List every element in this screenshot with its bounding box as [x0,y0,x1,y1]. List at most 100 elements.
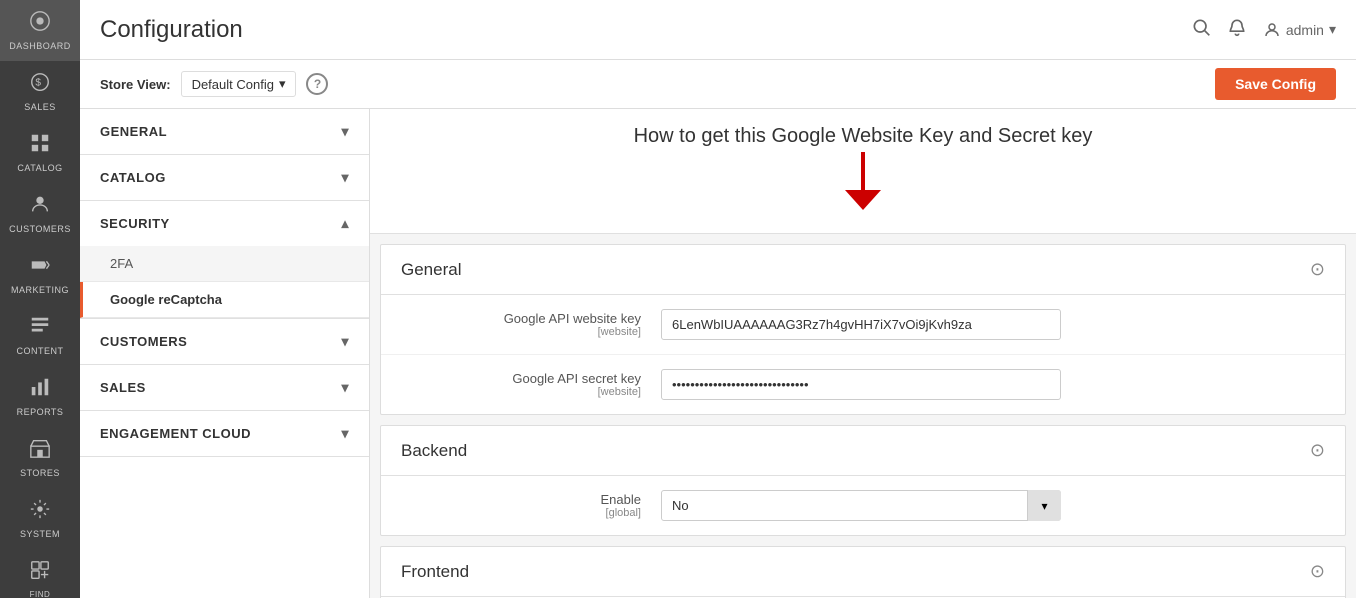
sidebar-item-reports[interactable]: REPORTS [0,366,80,427]
search-icon[interactable] [1191,17,1211,42]
content-area: Store View: Default Config ▾ ? Save Conf… [80,60,1356,598]
nav-sub-item-google-recaptcha[interactable]: Google reCaptcha [80,282,369,318]
notifications-icon[interactable] [1227,17,1247,42]
sidebar-item-extensions-label: FIND PARTNERS & EXTENSIONS [5,590,75,598]
store-view-select[interactable]: Default Config ▾ [181,71,297,97]
sidebar-item-catalog-label: CATALOG [17,163,62,173]
config-section-general-header: General ⊙ [381,245,1345,295]
nav-section-catalog-label: CATALOG [100,170,166,185]
nav-section-customers-header[interactable]: CUSTOMERS ▾ [80,319,369,364]
sidebar-item-marketing-label: MARKETING [11,285,69,295]
customers-icon [29,193,51,221]
sidebar-item-dashboard[interactable]: DASHBOARD [0,0,80,61]
top-header: Configuration admin ▾ [80,0,1356,60]
backend-enable-label: Enable [global] [401,492,661,519]
sidebar-item-content[interactable]: CONTENT [0,305,80,366]
extensions-icon [29,559,51,587]
main-panel: How to get this Google Website Key and S… [370,109,1356,598]
sidebar-item-content-label: CONTENT [17,346,64,356]
sidebar-item-sales[interactable]: $ SALES [0,61,80,122]
nav-section-engagement-chevron: ▾ [341,425,349,442]
stores-icon [29,437,51,465]
config-section-frontend-title: Frontend [401,562,469,582]
banner: How to get this Google Website Key and S… [370,109,1356,234]
nav-section-engagement: ENGAGEMENT CLOUD ▾ [80,411,369,457]
sales-icon: $ [29,71,51,99]
nav-section-catalog-header[interactable]: CATALOG ▾ [80,155,369,200]
config-section-backend-header: Backend ⊙ [381,426,1345,476]
sidebar-item-customers-label: CUSTOMERS [9,224,71,234]
api-secret-key-label: Google API secret key [website] [401,371,661,398]
nav-section-sales: SALES ▾ [80,365,369,411]
nav-section-security-header[interactable]: SECURITY ▴ [80,201,369,246]
backend-enable-select[interactable]: No Yes [661,490,1061,521]
sidebar: DASHBOARD $ SALES CATALOG CUSTOMERS MARK… [0,0,80,598]
api-website-key-label: Google API website key [website] [401,311,661,338]
nav-section-general-chevron: ▾ [341,123,349,140]
svg-text:$: $ [35,78,41,89]
sidebar-item-sales-label: SALES [24,102,56,112]
sidebar-item-marketing[interactable]: MARKETING [0,244,80,305]
nav-section-sales-label: SALES [100,380,146,395]
main-area: Configuration admin ▾ Store View: Defaul… [80,0,1356,598]
reports-icon [29,376,51,404]
config-section-frontend-header: Frontend ⊙ [381,547,1345,597]
config-section-general: General ⊙ Google API website key [websit… [380,244,1346,415]
nav-section-sales-header[interactable]: SALES ▾ [80,365,369,410]
sidebar-item-system-label: SYSTEM [20,529,60,539]
config-row-backend-enable: Enable [global] No Yes ▾ [381,476,1345,535]
sidebar-item-reports-label: REPORTS [17,407,64,417]
page-title: Configuration [100,16,243,44]
nav-section-security-label: SECURITY [100,216,170,231]
header-actions: admin ▾ [1191,17,1336,42]
nav-section-sales-chevron: ▾ [341,379,349,396]
nav-sub-item-2fa[interactable]: 2FA [80,246,369,282]
backend-enable-select-wrap: No Yes ▾ [661,490,1061,521]
nav-section-security-chevron: ▴ [341,215,349,232]
nav-section-engagement-label: ENGAGEMENT CLOUD [100,426,251,441]
sidebar-item-stores[interactable]: STORES [0,427,80,488]
config-row-api-secret-key: Google API secret key [website] [381,355,1345,414]
store-view-bar: Store View: Default Config ▾ ? Save Conf… [80,60,1356,109]
store-view-chevron-icon: ▾ [279,76,286,92]
help-icon[interactable]: ? [306,73,328,95]
nav-section-customers: CUSTOMERS ▾ [80,319,369,365]
save-config-button[interactable]: Save Config [1215,68,1336,100]
marketing-icon [29,254,51,282]
sidebar-item-dashboard-label: DASHBOARD [9,41,71,51]
nav-section-catalog-chevron: ▾ [341,169,349,186]
api-secret-key-input[interactable] [661,369,1061,400]
dashboard-icon [29,10,51,38]
nav-section-catalog: CATALOG ▾ [80,155,369,201]
sidebar-item-extensions[interactable]: FIND PARTNERS & EXTENSIONS [0,549,80,598]
sidebar-item-customers[interactable]: CUSTOMERS [0,183,80,244]
admin-user-button[interactable]: admin ▾ [1263,21,1336,39]
sidebar-item-stores-label: STORES [20,468,60,478]
catalog-icon [29,132,51,160]
sidebar-item-system[interactable]: SYSTEM [0,488,80,549]
sidebar-item-catalog[interactable]: CATALOG [0,122,80,183]
nav-section-security-content: 2FA Google reCaptcha [80,246,369,318]
config-row-api-website-key: Google API website key [website] [381,295,1345,355]
admin-label: admin [1286,22,1324,38]
nav-section-customers-chevron: ▾ [341,333,349,350]
config-section-general-title: General [401,260,461,280]
backend-collapse-button[interactable]: ⊙ [1310,440,1325,461]
nav-section-engagement-header[interactable]: ENGAGEMENT CLOUD ▾ [80,411,369,456]
config-section-backend-title: Backend [401,441,467,461]
frontend-collapse-button[interactable]: ⊙ [1310,561,1325,582]
down-arrow-icon [843,152,883,212]
nav-section-general-label: GENERAL [100,124,167,139]
config-section-frontend: Frontend ⊙ Enable [website] No Yes [380,546,1346,598]
system-icon [29,498,51,526]
api-website-key-input[interactable] [661,309,1061,340]
store-view-label: Store View: [100,77,171,92]
banner-text: How to get this Google Website Key and S… [634,125,1093,148]
store-view-value: Default Config [192,77,274,92]
store-view-left: Store View: Default Config ▾ ? [100,71,328,97]
nav-section-customers-label: CUSTOMERS [100,334,187,349]
content-icon [29,315,51,343]
general-collapse-button[interactable]: ⊙ [1310,259,1325,280]
left-nav: GENERAL ▾ CATALOG ▾ SECURITY ▴ [80,109,370,598]
nav-section-general-header[interactable]: GENERAL ▾ [80,109,369,154]
